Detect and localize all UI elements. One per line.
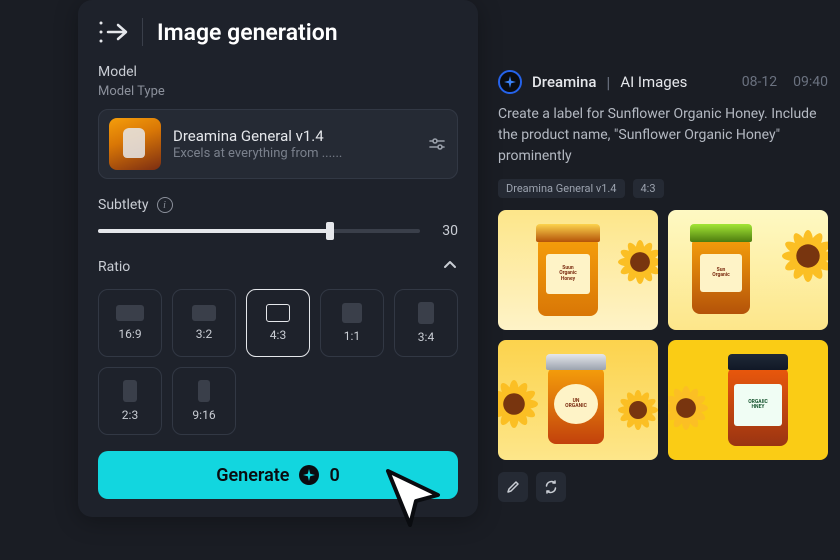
results-panel: Dreamina | AI Images 08-12 09:40 Create … (488, 70, 838, 502)
ratio-shape-icon (266, 304, 290, 322)
result-header: Dreamina | AI Images 08-12 09:40 (498, 70, 828, 94)
panel-header: Image generation (98, 18, 458, 46)
ratio-label: Ratio (98, 259, 130, 275)
ratio-shape-icon (192, 305, 216, 321)
ratio-tile-3-4[interactable]: 3:4 (394, 289, 458, 357)
generated-image-4[interactable]: ORGAIIC HNEY (668, 340, 828, 460)
ratio-shape-icon (342, 303, 362, 323)
ratio-tile-label: 16:9 (118, 327, 141, 341)
ratio-tile-9-16[interactable]: 9:16 (172, 367, 236, 435)
generated-image-2[interactable]: Sun Organic (668, 210, 828, 330)
adjust-icon[interactable] (427, 134, 447, 154)
image-3-label: UN ORGANIC (554, 384, 598, 424)
edit-button[interactable] (498, 472, 528, 502)
credit-icon (299, 465, 319, 485)
subtlety-label: Subtlety (98, 197, 149, 213)
model-description: Excels at everything from ...... (173, 146, 415, 161)
ratio-tile-label: 2:3 (122, 408, 138, 422)
ratio-tile-16-9[interactable]: 16:9 (98, 289, 162, 357)
subtlety-value: 30 (434, 223, 458, 239)
generate-credits: 0 (329, 465, 339, 486)
ratio-tile-label: 1:1 (344, 329, 360, 343)
result-actions (498, 472, 828, 502)
ratio-shape-icon (418, 302, 434, 324)
ratio-tile-label: 4:3 (270, 328, 286, 342)
ratio-tile-label: 3:4 (418, 330, 434, 344)
image-1-label: Suun Organic Honey (546, 254, 590, 294)
result-date: 08-12 (742, 74, 777, 90)
model-name: Dreamina General v1.4 (173, 127, 415, 145)
meta-model-chip: Dreamina General v1.4 (498, 179, 625, 198)
subtlety-slider-row: 30 (98, 223, 458, 239)
model-type-label: Model Type (98, 84, 458, 99)
generate-button[interactable]: Generate 0 (98, 451, 458, 499)
prompt-text: Create a label for Sunflower Organic Hon… (498, 104, 828, 167)
ratio-tile-4-3[interactable]: 4:3 (246, 289, 310, 357)
meta-chips: Dreamina General v1.4 4:3 (498, 179, 828, 198)
app-name: Dreamina (532, 73, 596, 91)
ratio-tile-label: 9:16 (192, 408, 215, 422)
header-divider (142, 18, 143, 46)
generate-label: Generate (216, 465, 289, 486)
ratio-tile-2-3[interactable]: 2:3 (98, 367, 162, 435)
ratio-grid: 16:9 3:2 4:3 1:1 3:4 2:3 9:16 (98, 289, 458, 435)
ratio-shape-icon (198, 380, 210, 402)
subtlety-slider[interactable] (98, 229, 420, 233)
expand-icon[interactable] (98, 19, 128, 45)
result-time: 09:40 (793, 74, 828, 90)
model-selector[interactable]: Dreamina General v1.4 Excels at everythi… (98, 109, 458, 179)
ratio-tile-label: 3:2 (196, 327, 212, 341)
model-section-label: Model (98, 64, 458, 80)
ratio-header[interactable]: Ratio (98, 257, 458, 277)
slider-fill (98, 229, 330, 233)
image-4-label: ORGAIIC HNEY (734, 384, 782, 426)
separator: | (606, 73, 610, 92)
meta-ratio-chip: 4:3 (633, 179, 664, 198)
generated-image-3[interactable]: UN ORGANIC (498, 340, 658, 460)
model-thumbnail (109, 118, 161, 170)
ratio-tile-3-2[interactable]: 3:2 (172, 289, 236, 357)
regenerate-button[interactable] (536, 472, 566, 502)
model-text: Dreamina General v1.4 Excels at everythi… (173, 127, 415, 161)
image-generation-panel: Image generation Model Model Type Dreami… (78, 0, 478, 517)
image-2-label: Sun Organic (700, 254, 742, 292)
ratio-shape-icon (116, 305, 144, 321)
image-grid: Suun Organic Honey Sun Organic UN ORGANI… (498, 210, 828, 460)
page-title: Image generation (157, 19, 338, 46)
ratio-tile-1-1[interactable]: 1:1 (320, 289, 384, 357)
result-subtype: AI Images (620, 73, 687, 91)
info-icon[interactable]: i (157, 197, 173, 213)
slider-handle[interactable] (326, 222, 334, 240)
ratio-shape-icon (123, 380, 137, 402)
app-badge-icon (498, 70, 522, 94)
generated-image-1[interactable]: Suun Organic Honey (498, 210, 658, 330)
subtlety-label-row: Subtlety i (98, 197, 458, 213)
chevron-up-icon[interactable] (442, 257, 458, 277)
